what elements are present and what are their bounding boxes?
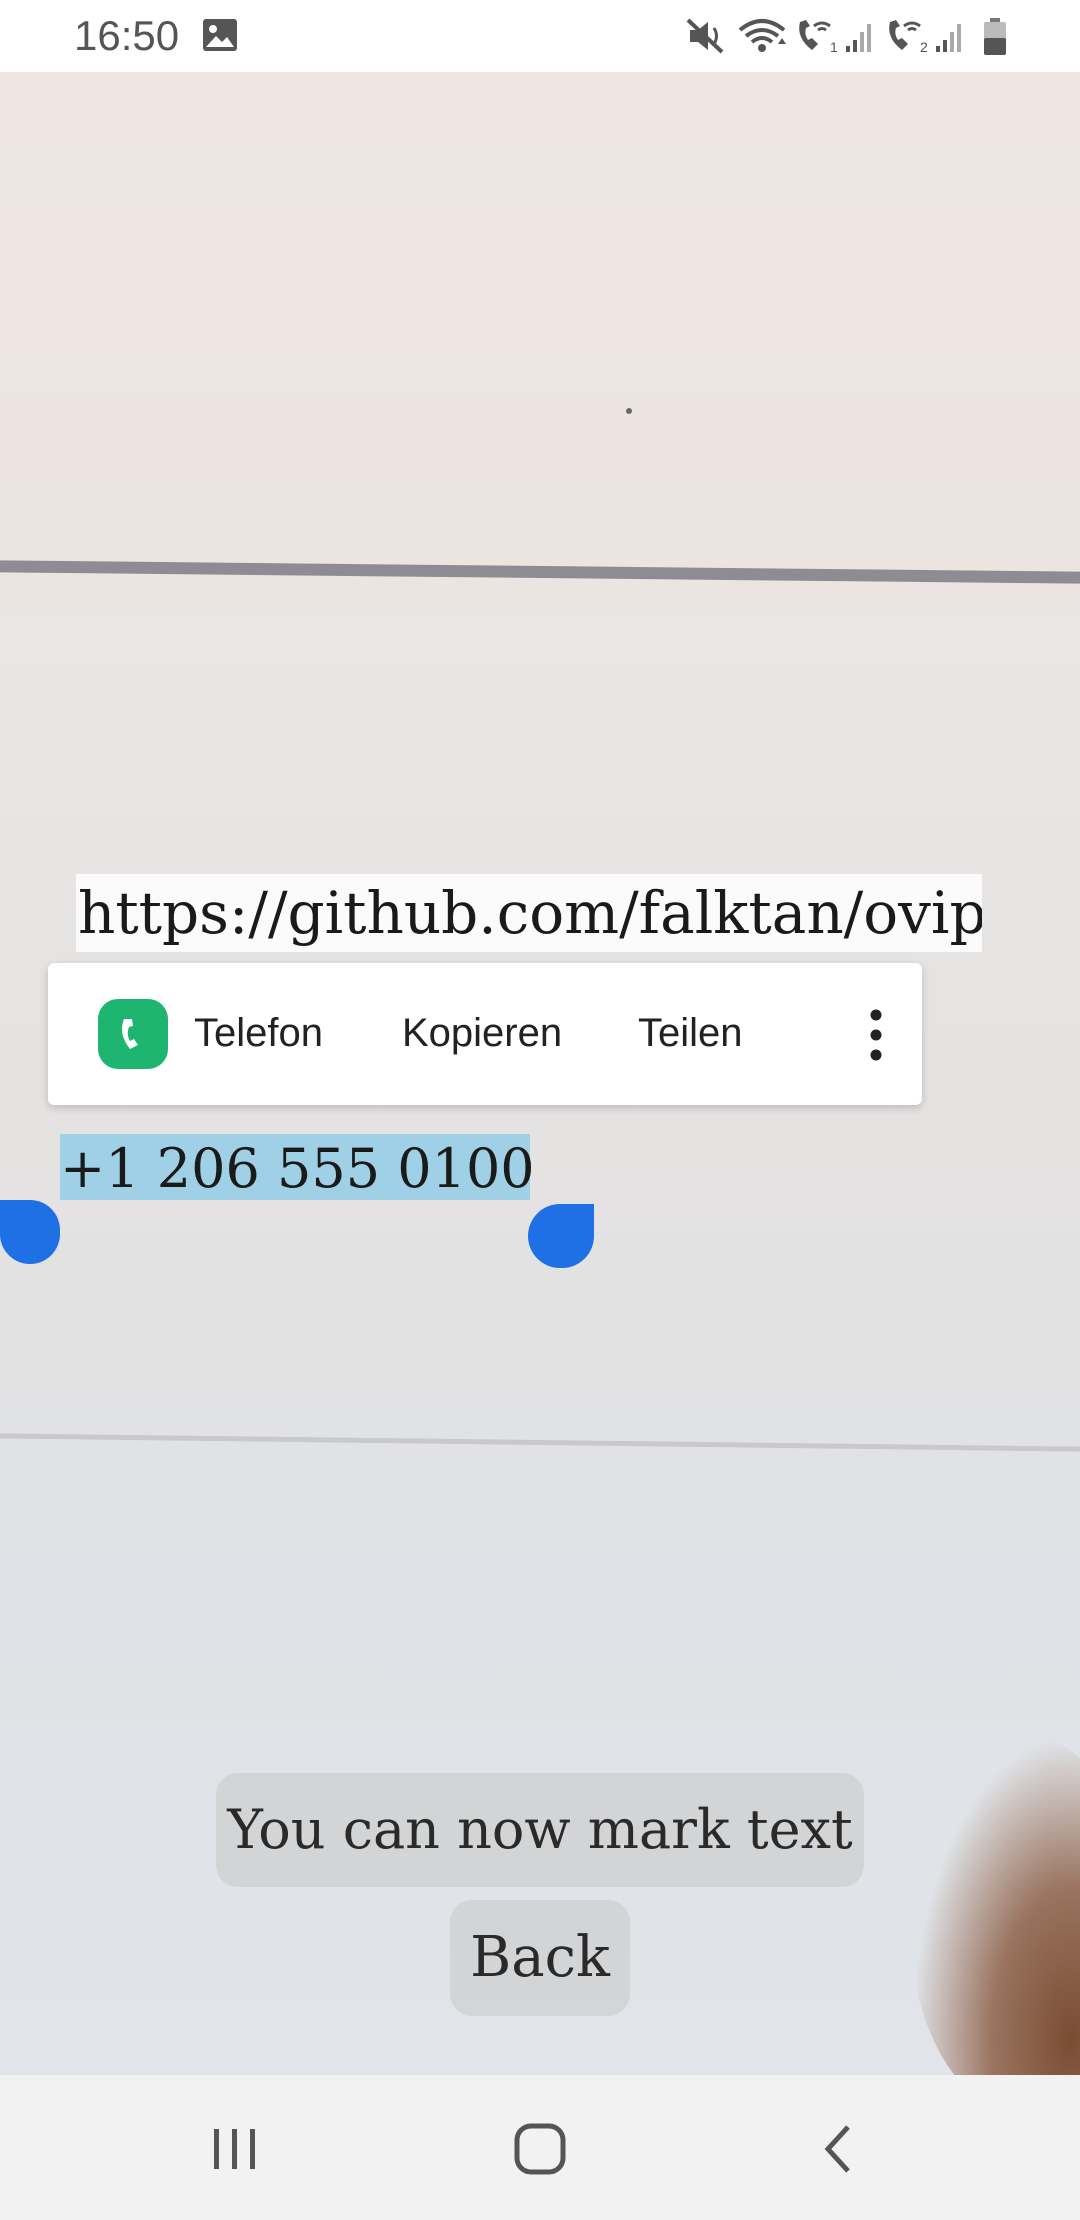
svg-text:2: 2 — [920, 39, 928, 54]
recognized-phone-text[interactable]: +1 206 555 0100 — [60, 1134, 535, 1204]
battery-icon — [982, 18, 1008, 61]
wifi-icon — [738, 18, 788, 59]
paper-speck — [626, 408, 632, 414]
shadow-corner — [910, 1735, 1080, 2075]
recent-apps-icon[interactable] — [210, 2119, 260, 2184]
phone-app-icon[interactable] — [98, 999, 168, 1069]
back-icon[interactable] — [818, 2119, 858, 2184]
home-icon[interactable] — [510, 2119, 570, 2184]
status-time: 16:50 — [74, 12, 180, 59]
more-vert-icon[interactable] — [856, 1005, 896, 1065]
svg-text:1: 1 — [830, 39, 838, 54]
menu-item-telefon[interactable]: Telefon — [194, 1003, 323, 1063]
mute-icon — [686, 18, 726, 59]
menu-item-teilen[interactable]: Teilen — [638, 1003, 743, 1063]
navigation-bar — [0, 2075, 1080, 2220]
recognized-url-text[interactable]: https://github.com/falktan/ovip — [76, 874, 982, 952]
selection-handle-end[interactable] — [528, 1204, 594, 1268]
status-bar: 16:50 1 2 — [0, 0, 1080, 72]
text-selection-menu: Telefon Kopieren Teilen — [48, 963, 922, 1105]
hint-toast: You can now mark text — [216, 1773, 864, 1887]
wifi-call-sim1-icon: 1 — [794, 18, 840, 59]
back-button[interactable]: Back — [450, 1900, 630, 2016]
signal-sim2-icon — [934, 18, 964, 59]
paper-edge — [0, 560, 1080, 584]
menu-item-kopieren[interactable]: Kopieren — [402, 1003, 562, 1063]
selection-handle-start[interactable] — [0, 1200, 60, 1264]
wifi-call-sim2-icon: 2 — [884, 18, 930, 59]
gallery-icon — [202, 18, 238, 57]
paper-edge-lower — [0, 1433, 1080, 1452]
signal-sim1-icon — [844, 18, 874, 59]
